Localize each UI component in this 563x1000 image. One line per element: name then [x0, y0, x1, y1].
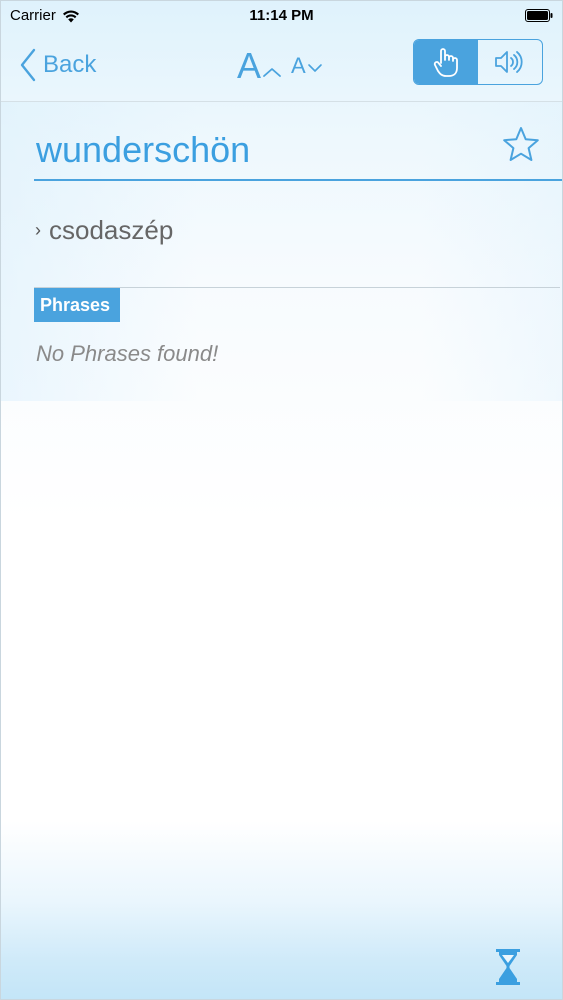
battery-icon: [525, 9, 553, 22]
translation-text: csodaszép: [49, 215, 174, 245]
font-size-increase-button[interactable]: A: [237, 45, 282, 87]
speaker-icon: [495, 51, 523, 73]
audio-mode-button[interactable]: [478, 40, 542, 84]
star-outline-icon: [503, 127, 539, 161]
translation-bullet: ›: [35, 220, 41, 240]
back-label: Back: [43, 51, 97, 78]
phrases-section-header: Phrases: [34, 288, 121, 322]
favorite-button[interactable]: [501, 125, 541, 165]
hand-pointer-icon: [433, 48, 458, 77]
navigation-bar: Back A A: [1, 31, 562, 102]
back-button[interactable]: Back: [19, 45, 96, 85]
chevron-left-icon: [20, 48, 36, 82]
font-size-decrease-button[interactable]: A: [291, 53, 323, 79]
status-bar: Carrier 11:14 PM: [1, 1, 562, 31]
font-decrease-label: A: [291, 53, 306, 78]
no-phrases-message: No Phrases found!: [36, 341, 219, 366]
hourglass-icon: [496, 949, 520, 985]
status-time: 11:14 PM: [249, 7, 314, 24]
chevron-down-icon: [307, 64, 322, 72]
headword: wunderschön: [36, 129, 251, 170]
chevron-up-icon: [263, 68, 281, 77]
dictionary-entry-screen: Carrier 11:14 PM Back A A wunderschön › …: [0, 0, 563, 1000]
touch-mode-button[interactable]: [414, 40, 478, 84]
translation-item[interactable]: › csodaszép: [35, 215, 173, 246]
font-increase-label: A: [237, 45, 262, 86]
headword-underline: [34, 179, 562, 181]
mode-segmented-control: [413, 39, 543, 85]
